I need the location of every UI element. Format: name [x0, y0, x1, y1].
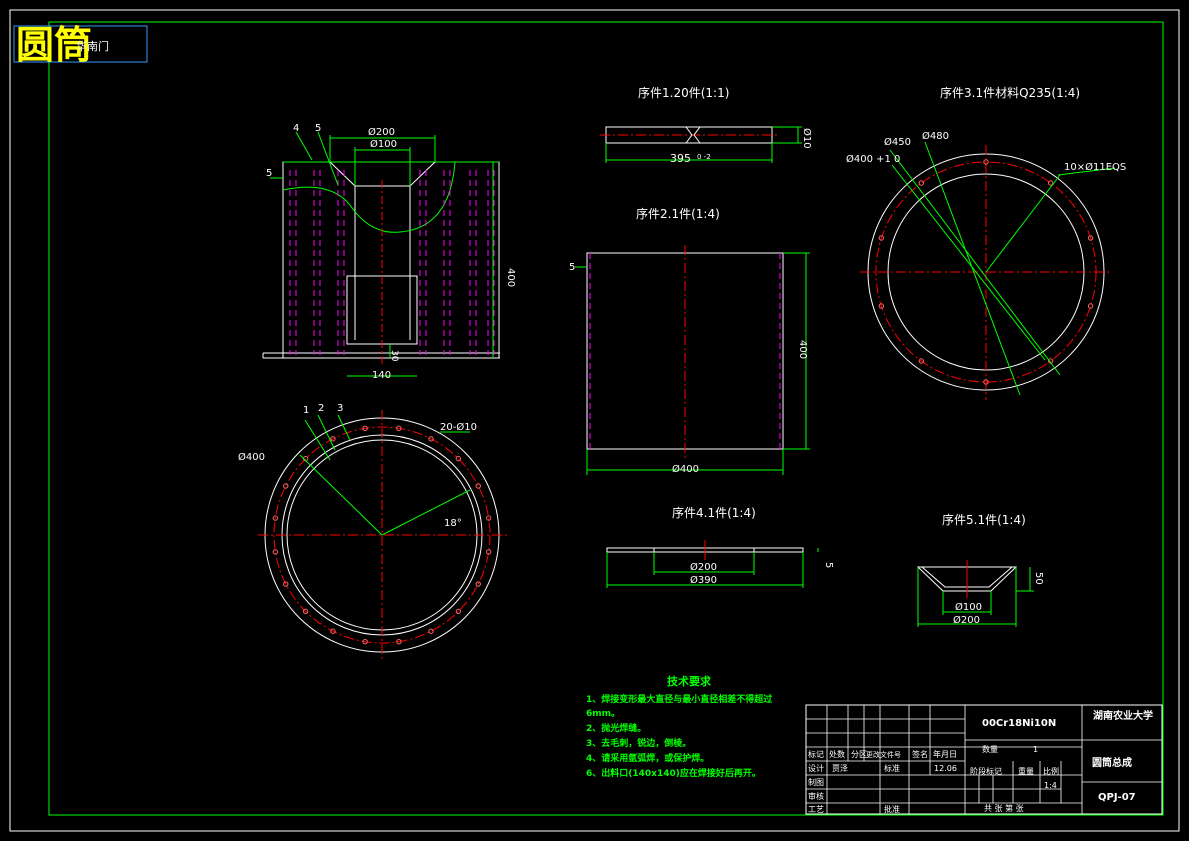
part5-d100: Ø100	[955, 601, 982, 613]
part4-d200: Ø200	[690, 561, 717, 573]
tb-material: 00Cr18Ni10N	[982, 718, 1056, 729]
bolt-hole	[475, 483, 481, 489]
part2-d400: Ø400	[672, 463, 699, 475]
part5-h50: 50	[1033, 572, 1044, 585]
front-d200: Ø200	[368, 126, 395, 138]
part3-holes-label: 10×Ø11EQS	[1064, 161, 1126, 173]
drawing-canvas: 圆筒 华南门 Ø200 Ø100 400 140 30 5 4 5 1 2 3 …	[9, 9, 1180, 832]
tb-qty: 1	[1033, 745, 1038, 754]
front-t5: 5	[266, 168, 272, 179]
part1-length: 395	[670, 152, 691, 165]
front-view: Ø200 Ø100 400 140 30 5 4 5	[262, 123, 516, 381]
tb-drawing-no: QPJ-07	[1098, 792, 1136, 803]
front-w140: 140	[372, 370, 391, 381]
part2-h400: 400	[797, 340, 808, 359]
part4-view: 序件4.1件(1:4) Ø200 Ø390 5	[606, 505, 834, 588]
tech-line-6: 6、出料口(140x140)应在焊接好后再开。	[586, 767, 761, 779]
tb-design: 设计	[808, 763, 824, 773]
tech-requirements: 技术要求 1、焊接变形最大直径与最小直径相差不得超过 6mm。 2、抛光焊缝。 …	[586, 674, 772, 779]
part4-caption: 序件4.1件(1:4)	[672, 505, 756, 520]
tb-stage: 阶段标记	[970, 766, 1002, 776]
tb-approve: 批准	[884, 804, 900, 814]
bolt-hole	[918, 180, 925, 186]
bolt-hole	[455, 455, 462, 462]
tb-date: 12.06	[934, 764, 957, 773]
tb-scale-val: 1:4	[1044, 781, 1057, 790]
tb-sheets: 共 张 第 张	[984, 803, 1024, 813]
tb-draw: 制图	[808, 777, 824, 787]
tb-row-label-4: 更改文件号	[866, 750, 901, 759]
front-h400: 400	[505, 268, 516, 287]
part4-d390: Ø390	[690, 574, 717, 586]
plan-n2: 2	[318, 403, 324, 414]
part1-dia: Ø10	[801, 128, 813, 149]
tb-process: 工艺	[808, 805, 824, 814]
part3-caption: 序件3.1件材料Q235(1:4)	[940, 85, 1080, 100]
front-h30: 30	[389, 350, 399, 362]
tb-weight: 重量	[1018, 766, 1034, 776]
tech-line-4: 3、去毛刺，锐边，倒棱。	[586, 737, 691, 749]
part2-view: 序件2.1件(1:4) Ø400 400 5	[569, 206, 810, 475]
part1-caption: 序件1.20件(1:1)	[638, 85, 729, 100]
part1-view: 序件1.20件(1:1) 395 0 -2 Ø10	[600, 85, 813, 165]
tb-row-label-6: 年月日	[933, 749, 957, 759]
bolt-hole	[455, 608, 462, 615]
part3-d400: Ø400 +1 0	[846, 153, 900, 165]
part3-d480: Ø480	[922, 130, 949, 142]
tb-standard: 标准	[884, 763, 900, 773]
part1-tolerance: 0 -2	[697, 153, 711, 161]
tb-row-label-1: 标记	[808, 749, 824, 759]
title-block: 00Cr18Ni10N 湖南农业大学 圆筒总成 QPJ-07 数量 1 标记 处…	[805, 704, 1163, 815]
tech-heading: 技术要求	[667, 674, 712, 688]
front-n4: 4	[293, 123, 299, 134]
tb-scale: 比例	[1043, 766, 1059, 776]
tb-row-label-3: 分区	[851, 750, 867, 759]
part5-d200: Ø200	[953, 614, 980, 626]
bolt-hole	[283, 483, 289, 489]
tb-check: 审核	[808, 791, 824, 801]
tech-line-3: 2、抛光焊缝。	[586, 722, 646, 734]
part3-d450: Ø450	[884, 136, 911, 148]
bolt-hole	[428, 628, 434, 634]
plan-angle: 18°	[444, 518, 462, 529]
part2-caption: 序件2.1件(1:4)	[636, 206, 720, 221]
tb-drawing-name: 圆筒总成	[1092, 756, 1132, 769]
tb-qty-label: 数量	[982, 744, 998, 754]
part4-t5: 5	[823, 562, 834, 568]
plan-view: 1 2 3 20-Ø10 Ø400 18°	[238, 403, 510, 660]
front-n5: 5	[315, 123, 321, 134]
plan-n1: 1	[303, 405, 309, 416]
plan-d400: Ø400	[238, 451, 265, 463]
part3-view: 序件3.1件材料Q235(1:4) Ø450 Ø480 Ø400 +1 0 10…	[846, 85, 1126, 400]
part5-view: 序件5.1件(1:4) Ø100 Ø200 50	[916, 512, 1044, 627]
tb-designer: 贾泽	[832, 764, 848, 773]
tech-line-1: 1、焊接变形最大直径与最小直径相差不得超过	[586, 693, 772, 705]
part2-t5: 5	[569, 262, 575, 273]
plan-n3: 3	[337, 403, 343, 414]
tech-line-5: 4、请采用氩弧焊，或保护焊。	[586, 752, 709, 764]
plan-holes-label: 20-Ø10	[440, 421, 477, 433]
front-d100: Ø100	[370, 138, 397, 150]
tech-line-2: 6mm。	[586, 709, 620, 719]
title-small: 华南门	[76, 39, 109, 53]
tb-school: 湖南农业大学	[1093, 709, 1153, 722]
part5-caption: 序件5.1件(1:4)	[942, 512, 1026, 527]
tb-row-label-2: 处数	[829, 749, 845, 759]
tb-row-label-5: 签名	[912, 749, 928, 759]
outer-border	[9, 9, 1180, 832]
